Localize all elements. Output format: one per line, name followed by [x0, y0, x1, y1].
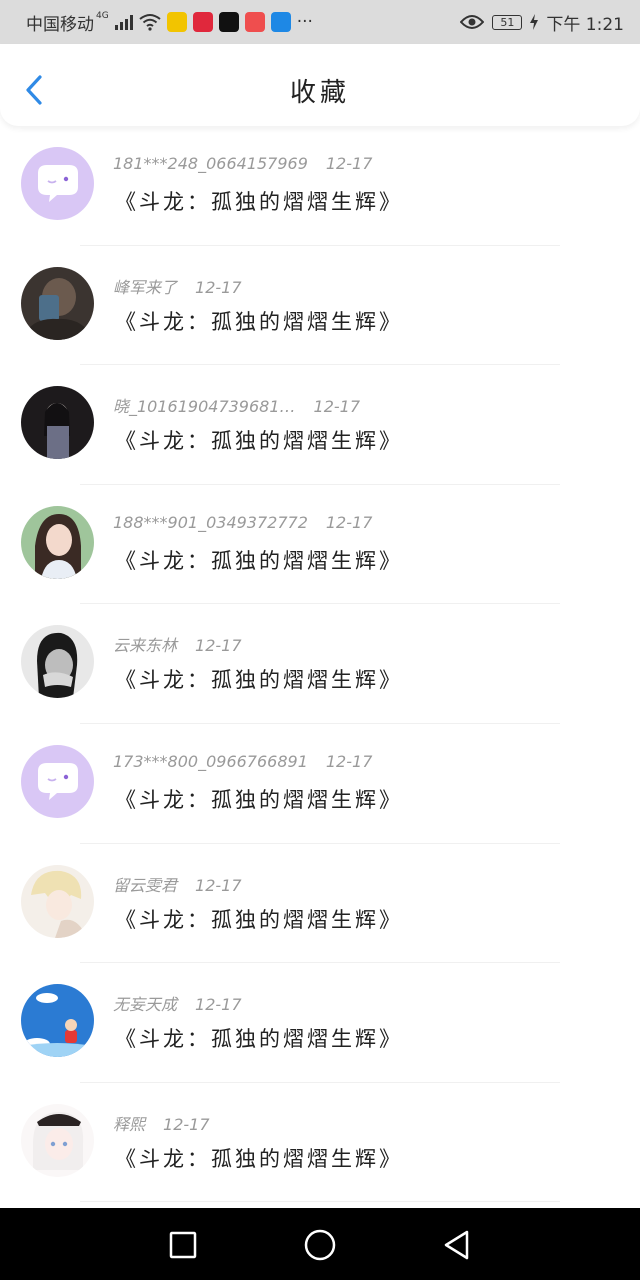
square-icon [169, 1231, 197, 1259]
notification-app-icons [166, 12, 291, 32]
user-avatar[interactable] [21, 984, 94, 1058]
app-blue-icon [270, 12, 291, 32]
carrier-label: 中国移动 [26, 14, 94, 35]
book-title[interactable]: 《斗龙：孤独的熠熠生辉》 [115, 306, 403, 336]
date-label: 12-17 [325, 154, 373, 173]
item-meta: 峰军来了 12-17 [113, 274, 242, 298]
username: 173***800_0966766891 [113, 751, 308, 771]
favorite-item[interactable]: 留云雯君 12-17 《斗龙：孤独的熠熠生辉》 [0, 844, 640, 964]
username: 留云雯君 [113, 875, 178, 895]
user-avatar[interactable] [21, 1103, 94, 1177]
app-yellow-icon [166, 12, 187, 32]
user-avatar[interactable] [21, 505, 94, 579]
book-title[interactable]: 《斗龙：孤独的熠熠生辉》 [115, 545, 403, 575]
circle-icon [304, 1229, 336, 1261]
date-label: 12-17 [195, 636, 242, 656]
page-header: 收藏 [0, 44, 640, 126]
item-meta: 173***800_0966766891 12-17 [113, 752, 372, 771]
favorite-item[interactable]: 峰军来了 12-17 《斗龙：孤独的熠熠生辉》 [0, 246, 640, 366]
book-title[interactable]: 《斗龙：孤独的熠熠生辉》 [115, 784, 403, 814]
clock: 下午 1:21 [546, 14, 624, 35]
favorite-item[interactable]: 云来东林 12-17 《斗龙：孤独的熠熠生辉》 [0, 604, 640, 724]
date-label: 12-17 [325, 751, 373, 771]
more-notifications-icon: ··· [296, 12, 313, 32]
book-title[interactable]: 《斗龙：孤独的熠熠生辉》 [115, 186, 403, 216]
battery-icon: 51 [492, 14, 523, 30]
item-meta: 晓_10161904739681… 12-17 [113, 393, 360, 417]
charging-icon [530, 14, 539, 30]
user-avatar[interactable] [21, 147, 94, 220]
favorite-item[interactable]: 晓_10161904739681… 12-17 《斗龙：孤独的熠熠生辉》 [0, 365, 640, 485]
status-bar: 中国移动 4G ··· 51 下午 1:21 [0, 0, 640, 44]
favorite-item[interactable]: 188***901_0349372772 12-17 《斗龙：孤独的熠熠生辉》 [0, 485, 640, 605]
item-meta: 无妄天成 12-17 [113, 991, 242, 1015]
user-avatar[interactable] [21, 266, 94, 340]
triangle-back-icon [444, 1230, 469, 1260]
page-title: 收藏 [289, 78, 350, 108]
signal-icon [114, 14, 133, 30]
date-label: 12-17 [163, 1114, 210, 1134]
network-type: 4G [96, 11, 109, 21]
username: 无妄天成 [113, 995, 178, 1015]
username: 188***901_0349372772 [113, 512, 308, 532]
username: 云来东林 [113, 636, 178, 656]
favorite-item[interactable]: 173***800_0966766891 12-17 《斗龙：孤独的熠熠生辉》 [0, 724, 640, 844]
book-title[interactable]: 《斗龙：孤独的熠熠生辉》 [115, 1023, 403, 1053]
back-nav-button[interactable] [440, 1228, 474, 1262]
favorite-item[interactable]: 181***248_0664157969 12-17 《斗龙：孤独的熠熠生辉》 [0, 126, 640, 246]
date-label: 12-17 [195, 995, 242, 1015]
item-meta: 云来东林 12-17 [113, 632, 242, 656]
app-xiaohongshu-icon [192, 12, 213, 32]
favorite-item[interactable]: 无妄天成 12-17 《斗龙：孤独的熠熠生辉》 [0, 963, 640, 1083]
user-avatar[interactable] [21, 864, 94, 938]
app-tiktok-icon [218, 12, 239, 32]
home-button[interactable] [303, 1228, 337, 1262]
book-title[interactable]: 《斗龙：孤独的熠熠生辉》 [115, 1143, 403, 1173]
user-avatar[interactable] [21, 744, 94, 818]
item-meta: 留云雯君 12-17 [113, 872, 242, 896]
recent-apps-button[interactable] [166, 1228, 200, 1262]
row-divider [80, 1201, 560, 1203]
wifi-icon [139, 14, 161, 31]
username: 峰军来了 [113, 277, 178, 297]
eye-icon [460, 15, 485, 29]
favorites-list: 181***248_0664157969 12-17 《斗龙：孤独的熠熠生辉》 峰军来… [0, 126, 640, 1203]
item-meta: 释熙 12-17 [113, 1111, 210, 1135]
date-label: 12-17 [325, 512, 373, 532]
date-label: 12-17 [313, 397, 361, 417]
username: 181***248_0664157969 [113, 154, 308, 173]
date-label: 12-17 [195, 277, 242, 297]
book-title[interactable]: 《斗龙：孤独的熠熠生辉》 [115, 664, 403, 694]
username: 释熙 [113, 1114, 146, 1134]
item-meta: 181***248_0664157969 12-17 [113, 154, 372, 173]
user-avatar[interactable] [21, 625, 94, 699]
user-avatar[interactable] [21, 386, 94, 460]
book-title[interactable]: 《斗龙：孤独的熠熠生辉》 [115, 425, 403, 455]
app-red-icon [244, 12, 265, 32]
item-meta: 188***901_0349372772 12-17 [113, 513, 372, 532]
book-title[interactable]: 《斗龙：孤独的熠熠生辉》 [115, 904, 403, 934]
system-nav-bar [0, 1208, 640, 1280]
username: 晓_10161904739681… [113, 397, 296, 417]
favorite-item[interactable]: 释熙 12-17 《斗龙：孤独的熠熠生辉》 [0, 1083, 640, 1203]
date-label: 12-17 [195, 875, 242, 895]
battery-level: 51 [500, 15, 515, 29]
